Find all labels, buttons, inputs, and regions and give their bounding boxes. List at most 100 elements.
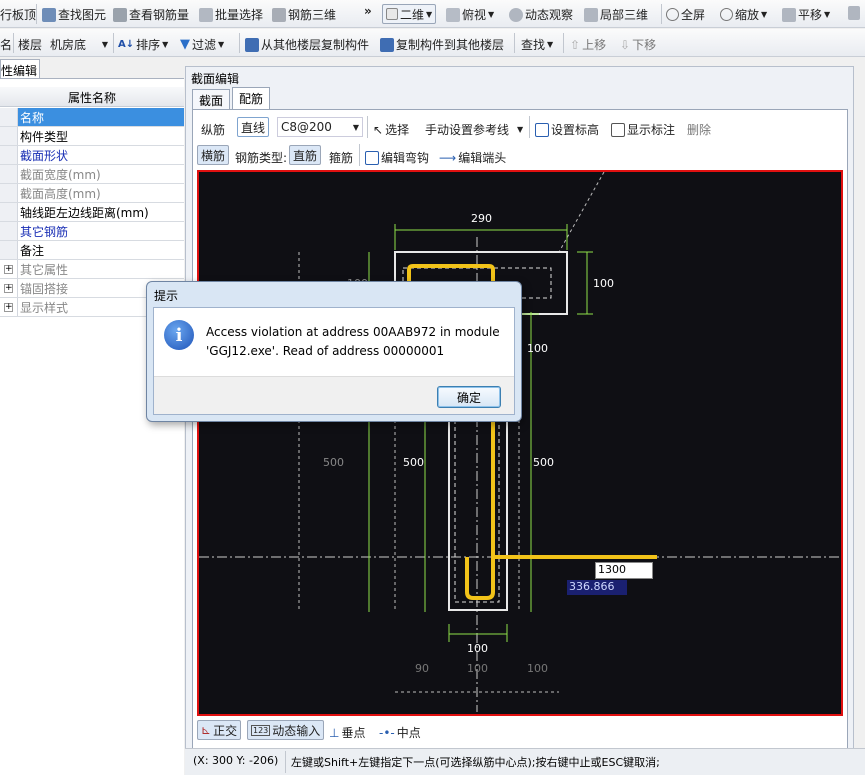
property-row[interactable]: 2构件类型 <box>0 127 184 146</box>
label: 排序 <box>136 38 161 52</box>
panel-title: 截面编辑 <box>191 72 240 86</box>
local-3d-button[interactable]: 局部三维 <box>584 6 648 23</box>
dynamic-input-toggle[interactable]: 123 动态输入 <box>247 720 325 740</box>
label: 动态输入 <box>272 723 321 738</box>
label: 手动设置参考线 <box>425 123 510 137</box>
section-drawing[interactable]: 290 100 100 100 500 500 500 100 90 100 1… <box>199 172 841 714</box>
separator <box>13 33 14 53</box>
edit-hook-button[interactable]: 编辑弯钩 <box>365 149 429 166</box>
property-row[interactable]: 6轴线距左边线距离(mm) <box>0 203 184 222</box>
label: 批量选择 <box>215 8 264 22</box>
expand-plus-icon[interactable]: + <box>4 283 13 293</box>
straight-rebar-button[interactable]: 直筋 <box>289 145 322 165</box>
tab-section[interactable]: 截面 <box>192 89 231 109</box>
set-elevation-button[interactable]: 设置标高 <box>535 121 599 138</box>
status-message: 左键或Shift+左键指定下一点(可选择纵筋中心点);按右键中止或ESC键取消; <box>291 756 660 769</box>
dynamic-input-icon: 123 <box>251 724 271 736</box>
dynamic-observe-button[interactable]: 动态观察 <box>509 6 573 23</box>
perpendicular-snap[interactable]: ⊥ 垂点 <box>329 724 365 741</box>
view-2d-dropdown[interactable]: 二维 ▼ <box>382 4 437 24</box>
filter-dropdown[interactable]: ▼ 过滤 ▼ <box>180 36 224 53</box>
property-row[interactable]: 1名称 <box>0 108 184 127</box>
label: 中点 <box>396 726 421 740</box>
row-number: 8 <box>0 241 18 259</box>
find-element-button[interactable]: 查找图元 <box>42 6 106 23</box>
line-type-select[interactable]: 直线 <box>237 117 270 137</box>
ortho-toggle[interactable]: ⊾ 正交 <box>197 720 242 740</box>
chevron-down-icon: ▼ <box>162 40 169 49</box>
transverse-button[interactable]: 横筋 <box>197 145 230 165</box>
dialog-message-1: Access violation at address 00AAB972 in … <box>206 325 500 339</box>
toolbar-item-slab-top[interactable]: 行板顶 <box>0 6 36 23</box>
row-number: 2 <box>0 127 18 145</box>
move-down-button[interactable]: ⇩ 下移 <box>620 36 656 53</box>
copy-to-icon <box>380 37 394 52</box>
property-row[interactable]: 3截面形状 <box>0 146 184 165</box>
manual-ref-line-dropdown[interactable]: 手动设置参考线 ▼ <box>425 121 523 138</box>
more-icon[interactable] <box>848 6 860 20</box>
label: 平移 <box>798 8 823 22</box>
property-label: 构件类型 <box>20 129 69 144</box>
filter-icon: ▼ <box>180 37 190 52</box>
show-label-button[interactable]: 显示标注 <box>611 121 675 138</box>
property-label: 其它钢筋 <box>20 224 69 239</box>
stirrup-button[interactable]: 箍筋 <box>329 149 353 166</box>
copy-to-floors-button[interactable]: 复制构件到其他楼层 <box>380 36 504 53</box>
zoom-icon <box>720 8 733 21</box>
ortho-icon: ⊾ <box>201 723 212 737</box>
hook-icon <box>365 150 379 165</box>
property-row[interactable]: 9+其它属性 <box>0 260 184 279</box>
zoom-dropdown[interactable]: 缩放 ▼ <box>720 6 767 23</box>
midpoint-snap[interactable]: -•- 中点 <box>379 724 421 741</box>
name-label: 名 <box>0 38 13 52</box>
batch-select-button[interactable]: 批量选择 <box>199 6 263 23</box>
drawing-canvas[interactable]: 290 100 100 100 500 500 500 100 90 100 1… <box>197 170 843 716</box>
info-icon: i <box>164 320 194 350</box>
property-label: 显示样式 <box>20 300 69 315</box>
label: 下移 <box>632 38 657 52</box>
label: 从其他楼层复制构件 <box>261 38 370 52</box>
find-dropdown[interactable]: 查找 ▼ <box>521 36 553 53</box>
length-input[interactable]: 1300 <box>595 562 653 579</box>
separator <box>113 33 114 53</box>
move-up-button[interactable]: ⇧ 上移 <box>570 36 606 53</box>
rebar-spec-input[interactable]: C8@200 ▼ <box>277 117 363 137</box>
rebar-3d-icon <box>272 7 286 22</box>
separator <box>359 144 360 166</box>
pan-icon <box>782 7 796 22</box>
fullscreen-button[interactable]: 全屏 <box>666 6 705 23</box>
edit-end-button[interactable]: ⟶ 编辑端头 <box>439 149 506 166</box>
top-view-dropdown[interactable]: 俯视 ▼ <box>446 6 494 23</box>
property-label: 轴线距左边线距离(mm) <box>20 205 149 220</box>
status-bar: (X: 300 Y: -206) 左键或Shift+左键指定下一点(可选择纵筋中… <box>185 748 865 775</box>
expand-plus-icon[interactable]: + <box>4 302 13 312</box>
orbit-icon <box>509 7 523 22</box>
property-row[interactable]: 5截面高度(mm) <box>0 184 184 203</box>
copy-from-floors-button[interactable]: 从其他楼层复制构件 <box>245 36 369 53</box>
property-row[interactable]: 4截面宽度(mm) <box>0 165 184 184</box>
delete-button[interactable]: 删除 <box>687 121 711 138</box>
label-icon <box>611 122 625 137</box>
separator <box>285 751 286 773</box>
floor-select[interactable]: 机房底 ▼ <box>50 36 108 53</box>
find-element-icon <box>42 7 56 22</box>
tab-reinforcement[interactable]: 配筋 <box>232 87 271 109</box>
sort-dropdown[interactable]: A↓ 排序 ▼ <box>118 36 168 53</box>
pan-dropdown[interactable]: 平移 ▼ <box>782 6 830 23</box>
chevron-down-icon: ▼ <box>218 40 225 49</box>
view-rebar-qty-button[interactable]: 查看钢筋量 <box>113 6 189 23</box>
chevron-down-icon: ▼ <box>517 125 524 134</box>
left-tab[interactable]: 性编辑 <box>0 59 40 78</box>
dim-top: 290 <box>471 212 492 225</box>
ok-button[interactable]: 确定 <box>437 386 501 408</box>
property-row[interactable]: 7其它钢筋 <box>0 222 184 241</box>
property-row[interactable]: 8备注 <box>0 241 184 260</box>
expand-plus-icon[interactable]: + <box>4 264 13 274</box>
toolbar-overflow[interactable]: » <box>364 4 372 18</box>
select-button[interactable]: ↖ 选择 <box>373 121 409 138</box>
label: 直线 <box>241 120 266 135</box>
end-icon: ⟶ <box>439 150 457 165</box>
label: 查看钢筋量 <box>129 8 190 22</box>
rebar-3d-button[interactable]: 钢筋三维 <box>272 6 336 23</box>
property-label: 截面形状 <box>20 148 69 163</box>
